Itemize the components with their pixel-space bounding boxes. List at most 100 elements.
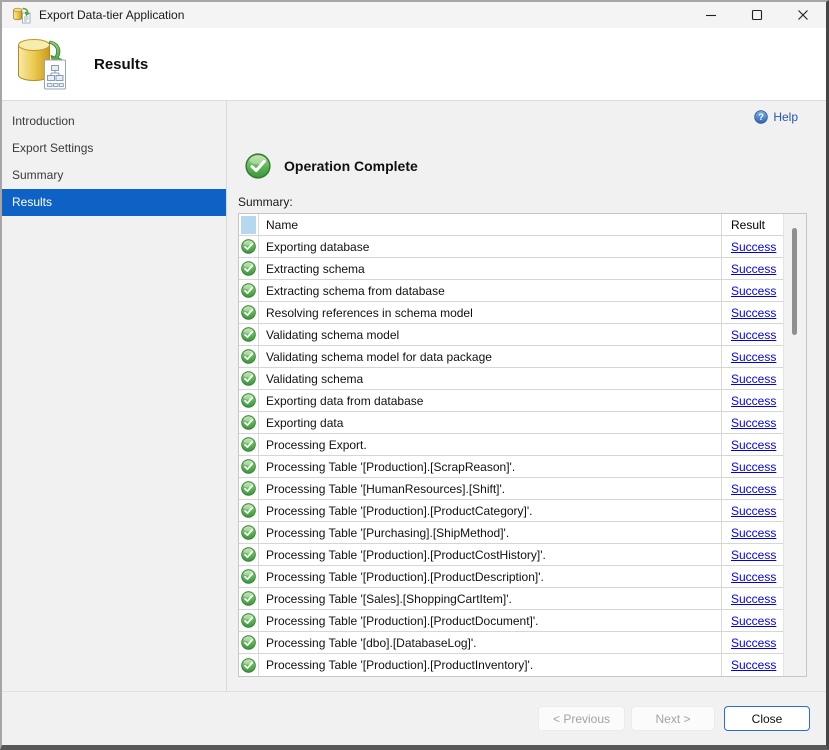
result-column-header: Result xyxy=(722,214,783,235)
task-name: Validating schema xyxy=(259,368,722,389)
success-link[interactable]: Success xyxy=(731,328,776,342)
table-row[interactable]: Processing Table '[Purchasing].[ShipMeth… xyxy=(239,522,783,544)
task-name: Processing Table '[dbo].[DatabaseLog]'. xyxy=(259,632,722,653)
table-row[interactable]: Processing Table '[dbo].[DatabaseLog]'. … xyxy=(239,632,783,654)
table-row[interactable]: Processing Table '[Sales].[ShoppingCartI… xyxy=(239,588,783,610)
table-row[interactable]: Extracting schema Success xyxy=(239,258,783,280)
success-check-icon xyxy=(241,349,256,364)
export-dac-wizard-window: Export Data-tier Application Results Int… xyxy=(0,0,829,750)
task-name: Processing Export. xyxy=(259,434,722,455)
table-row[interactable]: Processing Table '[Production].[ProductD… xyxy=(239,610,783,632)
close-wizard-button[interactable]: Close xyxy=(724,706,810,731)
success-check-icon xyxy=(241,525,256,540)
icon-column-header xyxy=(239,214,259,235)
task-name: Processing Table '[HumanResources].[Shif… xyxy=(259,478,722,499)
success-link[interactable]: Success xyxy=(731,416,776,430)
results-page: Help Operation Complete Summary: Name Re… xyxy=(227,101,826,691)
wizard-header: Results xyxy=(2,28,826,101)
table-row[interactable]: Validating schema model for data package… xyxy=(239,346,783,368)
close-button[interactable] xyxy=(780,2,826,28)
table-row[interactable]: Extracting schema from database Success xyxy=(239,280,783,302)
success-check-icon xyxy=(241,658,256,673)
success-link[interactable]: Success xyxy=(731,372,776,386)
table-row[interactable]: Validating schema Success xyxy=(239,368,783,390)
previous-button[interactable]: < Previous xyxy=(538,706,625,731)
success-link[interactable]: Success xyxy=(731,548,776,562)
success-check-icon xyxy=(241,239,256,254)
success-link[interactable]: Success xyxy=(731,438,776,452)
table-row[interactable]: Processing Table '[Production].[ProductC… xyxy=(239,500,783,522)
success-link[interactable]: Success xyxy=(731,394,776,408)
task-name: Processing Table '[Production].[ProductC… xyxy=(259,500,722,521)
task-name: Processing Table '[Production].[ScrapRea… xyxy=(259,456,722,477)
task-name: Exporting database xyxy=(259,236,722,257)
table-row[interactable]: Processing Table '[Production].[ScrapRea… xyxy=(239,456,783,478)
task-name: Processing Table '[Purchasing].[ShipMeth… xyxy=(259,522,722,543)
wizard-footer: < Previous Next > Close xyxy=(2,691,826,745)
success-link[interactable]: Success xyxy=(731,658,776,672)
success-link[interactable]: Success xyxy=(731,636,776,650)
results-table-body: Exporting database Success Extracting sc… xyxy=(239,236,783,676)
task-name: Validating schema model xyxy=(259,324,722,345)
table-row[interactable]: Exporting data Success xyxy=(239,412,783,434)
success-check-icon xyxy=(241,459,256,474)
task-name: Resolving references in schema model xyxy=(259,302,722,323)
task-name: Processing Table '[Production].[ProductC… xyxy=(259,544,722,565)
success-link[interactable]: Success xyxy=(731,592,776,606)
task-name: Processing Table '[Production].[ProductI… xyxy=(259,654,722,676)
minimize-button[interactable] xyxy=(688,2,734,28)
table-row[interactable]: Processing Export. Success xyxy=(239,434,783,456)
table-row[interactable]: Exporting data from database Success xyxy=(239,390,783,412)
success-check-icon xyxy=(241,547,256,562)
sidebar: IntroductionExport SettingsSummaryResult… xyxy=(2,101,227,691)
success-check-icon xyxy=(241,283,256,298)
table-row[interactable]: Validating schema model Success xyxy=(239,324,783,346)
status-heading: Operation Complete xyxy=(284,158,418,174)
success-link[interactable]: Success xyxy=(731,306,776,320)
success-check-icon xyxy=(241,503,256,518)
vertical-scrollbar[interactable] xyxy=(783,214,806,676)
success-link[interactable]: Success xyxy=(731,504,776,518)
success-link[interactable]: Success xyxy=(731,284,776,298)
success-check-icon xyxy=(241,327,256,342)
sidebar-item-summary[interactable]: Summary xyxy=(2,162,226,189)
success-link[interactable]: Success xyxy=(731,526,776,540)
database-export-icon xyxy=(12,7,31,24)
window-controls xyxy=(688,2,826,28)
task-name: Processing Table '[Production].[ProductD… xyxy=(259,566,722,587)
maximize-button[interactable] xyxy=(734,2,780,28)
minimize-icon xyxy=(705,9,717,21)
success-link[interactable]: Success xyxy=(731,570,776,584)
results-table: Name Result Exporting database Success E… xyxy=(238,213,807,677)
success-check-icon xyxy=(241,305,256,320)
page-title: Results xyxy=(94,56,148,73)
sidebar-item-results[interactable]: Results xyxy=(2,189,226,216)
success-link[interactable]: Success xyxy=(731,482,776,496)
sidebar-item-introduction[interactable]: Introduction xyxy=(2,108,226,135)
success-link[interactable]: Success xyxy=(731,614,776,628)
scrollbar-thumb[interactable] xyxy=(792,228,797,335)
table-row[interactable]: Processing Table '[HumanResources].[Shif… xyxy=(239,478,783,500)
table-row[interactable]: Processing Table '[Production].[ProductI… xyxy=(239,654,783,676)
title-bar: Export Data-tier Application xyxy=(2,2,826,28)
task-name: Exporting data from database xyxy=(259,390,722,411)
sidebar-item-export-settings[interactable]: Export Settings xyxy=(2,135,226,162)
success-link[interactable]: Success xyxy=(731,460,776,474)
success-link[interactable]: Success xyxy=(731,350,776,364)
table-row[interactable]: Processing Table '[Production].[ProductD… xyxy=(239,566,783,588)
window-title: Export Data-tier Application xyxy=(39,8,688,22)
success-link[interactable]: Success xyxy=(731,240,776,254)
success-check-icon xyxy=(241,481,256,496)
task-name: Processing Table '[Production].[ProductD… xyxy=(259,610,722,631)
icon-column-swatch xyxy=(241,216,256,234)
table-row[interactable]: Resolving references in schema model Suc… xyxy=(239,302,783,324)
task-name: Exporting data xyxy=(259,412,722,433)
task-name: Extracting schema xyxy=(259,258,722,279)
success-link[interactable]: Success xyxy=(731,262,776,276)
table-row[interactable]: Processing Table '[Production].[ProductC… xyxy=(239,544,783,566)
success-check-icon xyxy=(241,371,256,386)
help-link[interactable]: Help xyxy=(754,110,798,124)
table-row[interactable]: Exporting database Success xyxy=(239,236,783,258)
next-button[interactable]: Next > xyxy=(631,706,715,731)
success-check-icon xyxy=(241,591,256,606)
